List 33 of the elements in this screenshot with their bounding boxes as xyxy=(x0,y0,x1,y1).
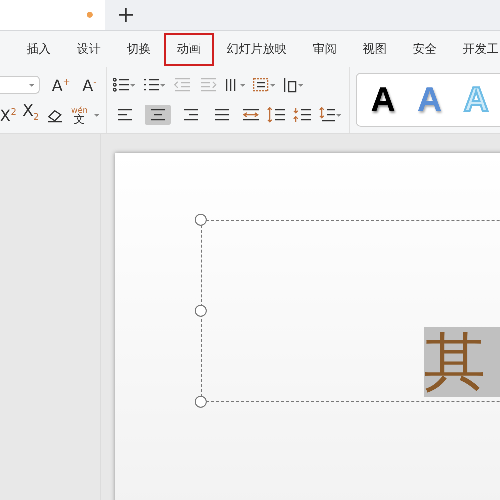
caret-icon[interactable] xyxy=(29,84,35,86)
font-size-field[interactable] xyxy=(0,76,40,94)
numbered-list-icon[interactable] xyxy=(142,77,167,93)
align-button[interactable] xyxy=(144,105,171,125)
grow-font-button[interactable]: A$^{+}$ xyxy=(52,75,70,95)
menu-tab[interactable]: 设计 xyxy=(64,32,114,66)
menu-tab[interactable]: 视图 xyxy=(350,32,400,66)
resize-handle[interactable] xyxy=(195,305,207,317)
resize-handle[interactable] xyxy=(195,214,207,226)
menu-tab[interactable]: 审阅 xyxy=(300,32,350,66)
text-style-option[interactable]: A xyxy=(370,80,396,120)
paragraph-spacing-icon[interactable] xyxy=(292,107,313,123)
menu-tab[interactable]: 插入 xyxy=(14,32,64,66)
spacing-options-icon[interactable] xyxy=(318,107,343,123)
resize-handle[interactable] xyxy=(195,396,207,408)
distribute-icon[interactable] xyxy=(240,107,261,123)
caret-icon[interactable] xyxy=(94,114,100,116)
menu-tab[interactable]: 安全 xyxy=(400,32,450,66)
shrink-font-button[interactable]: A$^{-}$ xyxy=(82,75,97,95)
subscript-button[interactable]: X$_{2}$ xyxy=(22,103,40,127)
menu-tab[interactable]: 动画 xyxy=(164,32,214,66)
text-box-icon[interactable] xyxy=(252,77,277,93)
slide-text: 其 xyxy=(424,327,500,397)
menu-tab[interactable]: 开发工 xyxy=(450,32,500,66)
pinyin-button[interactable]: wén 文 xyxy=(71,106,88,124)
columns-icon[interactable] xyxy=(224,77,247,93)
menu-tab[interactable]: 幻灯片放映 xyxy=(214,32,300,66)
superscript-button[interactable]: X$^{2}$ xyxy=(0,105,17,125)
text-direction-icon[interactable] xyxy=(282,77,305,93)
new-tab-icon[interactable] xyxy=(119,8,133,22)
line-spacing-icon[interactable] xyxy=(266,107,287,123)
bullet-list-icon[interactable] xyxy=(112,77,137,93)
menu-tab[interactable]: 切换 xyxy=(114,32,164,66)
